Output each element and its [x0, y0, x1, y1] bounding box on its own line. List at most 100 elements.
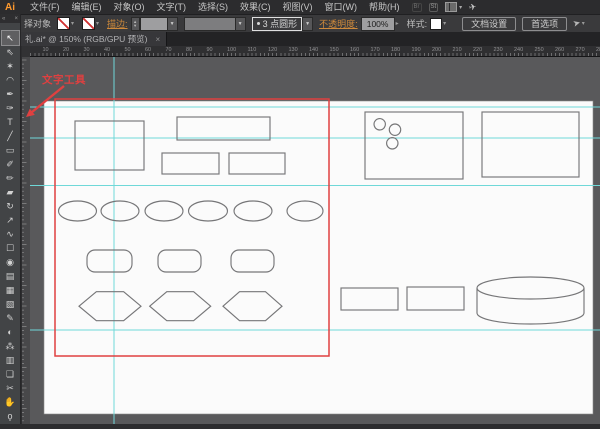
- symbol-sprayer-tool[interactable]: ⁂: [2, 339, 19, 353]
- ruler-tick-label: 80: [186, 47, 193, 53]
- ruler-tick-label: 100: [227, 47, 237, 53]
- menu-item-6[interactable]: 视图(V): [277, 0, 319, 14]
- ruler-tick-label: 90: [206, 47, 213, 53]
- selection-tool[interactable]: ↖: [0, 30, 20, 46]
- eyedropper-tool[interactable]: ✎: [2, 311, 19, 325]
- opacity-input[interactable]: 100%: [360, 16, 395, 31]
- ruler-tick-label: 120: [268, 47, 278, 53]
- ruler-tick-label: 160: [350, 47, 360, 53]
- menu-item-8[interactable]: 帮助(H): [363, 0, 406, 14]
- menu-item-5[interactable]: 效果(C): [234, 0, 277, 14]
- brush-definition-box[interactable]: 3 点圆形: [251, 16, 303, 31]
- collapse-panel-icon[interactable]: «: [2, 15, 5, 23]
- menu-right-icons: Br St ▾ ✈: [411, 1, 478, 13]
- ruler-tick-label: 260: [555, 47, 565, 53]
- document-setup-button[interactable]: 文档设置: [462, 16, 517, 31]
- horizontal-ruler[interactable]: 0102030405060708090100110120130140150160…: [22, 46, 600, 57]
- bridge-icon[interactable]: Br: [411, 2, 422, 12]
- free-transform-tool[interactable]: ☐: [2, 241, 19, 255]
- line-segment-tool[interactable]: ╱: [2, 129, 19, 143]
- width-profile-field[interactable]: [183, 16, 236, 31]
- menu-item-2[interactable]: 对象(O): [108, 0, 151, 14]
- chevron-down-icon: ▾: [459, 4, 463, 11]
- app-logo: Ai: [5, 1, 15, 13]
- workspace-switcher[interactable]: ▾: [445, 2, 462, 12]
- preferences-button[interactable]: 首选项: [522, 16, 568, 31]
- ruler-tick-label: 270: [575, 47, 585, 53]
- scale-tool[interactable]: ↗: [2, 213, 19, 227]
- ruler-tick-label: 50: [124, 47, 131, 53]
- stroke-weight-dropdown[interactable]: ▼: [167, 16, 178, 31]
- stroke-weight-field[interactable]: [139, 16, 168, 31]
- chevron-down-icon[interactable]: ▾: [443, 20, 446, 27]
- hand-tool[interactable]: ✋: [2, 395, 19, 409]
- menu-item-4[interactable]: 选择(S): [192, 0, 234, 14]
- mesh-tool[interactable]: ▦: [2, 283, 19, 297]
- artboard-tool[interactable]: ❏: [2, 367, 19, 381]
- width-profile-dropdown[interactable]: ▼: [235, 16, 246, 31]
- brush-dropdown[interactable]: ▼: [302, 16, 314, 31]
- menu-item-7[interactable]: 窗口(W): [319, 0, 364, 14]
- ruler-tick-label: 250: [534, 47, 544, 53]
- stock-icon[interactable]: St: [428, 2, 439, 12]
- menu-item-1[interactable]: 编辑(E): [66, 0, 108, 14]
- workspace-icon: [445, 2, 458, 12]
- width-tool[interactable]: ∿: [2, 227, 19, 241]
- tool-list: ↖ ⇖ ✶ ◠ ✒ ✑ T ╱ ▭ ✐ ✏ ▰ ↻ ↗ ∿ ☐ ◉ ▤ ▦ ▧ ✎ ◐ ⁂ ▥ ❏ ✂ ✋ ϙ: [0, 30, 20, 423]
- opacity-spinner-icon[interactable]: ▸: [396, 20, 399, 27]
- share-icon[interactable]: ✈: [468, 1, 478, 13]
- chevron-down-icon[interactable]: ▾: [71, 20, 74, 27]
- paintbrush-tool[interactable]: ✐: [2, 157, 19, 171]
- stroke-none-swatch[interactable]: [82, 17, 96, 30]
- chevron-down-icon[interactable]: ▾: [582, 20, 585, 27]
- close-icon[interactable]: ×: [155, 35, 160, 44]
- opacity-panel-link[interactable]: 不透明度:: [319, 17, 358, 30]
- artboard[interactable]: [43, 100, 594, 415]
- document-tab[interactable]: 礼.ai* @ 150% (RGB/GPU 预览) ×: [21, 32, 168, 46]
- ruler-tick-label: 40: [104, 47, 111, 53]
- lasso-tool[interactable]: ◠: [2, 73, 19, 87]
- tools-panel: « × ↖ ⇖ ✶ ◠ ✒ ✑ T ╱ ▭ ✐ ✏ ▰ ↻ ↗ ∿ ☐ ◉ ▤ ▦ ▧ ✎ ◐ ⁂ ▥ ❏ ✂ ✋ ϙ: [0, 14, 21, 424]
- rectangle-tool[interactable]: ▭: [2, 143, 19, 157]
- menu-item-0[interactable]: 文件(F): [24, 0, 66, 14]
- curvature-tool[interactable]: ✑: [2, 101, 19, 115]
- ruler-tick-label: 20: [63, 47, 70, 53]
- menu-items: 文件(F) 编辑(E) 对象(O) 文字(T) 选择(S) 效果(C) 视图(V) 窗口(W)…: [24, 0, 406, 14]
- shape-builder-tool[interactable]: ◉: [2, 255, 19, 269]
- pen-tool[interactable]: ✒: [2, 87, 19, 101]
- canvas-viewport[interactable]: 文字工具: [22, 57, 600, 424]
- type-tool[interactable]: T: [2, 115, 19, 129]
- ruler-corner: [22, 46, 30, 57]
- blend-tool[interactable]: ◐: [2, 325, 19, 339]
- style-swatch[interactable]: [430, 17, 443, 30]
- pencil-tool[interactable]: ✏: [2, 171, 19, 185]
- selection-status: 择对象: [24, 19, 52, 29]
- ruler-tick-label: 220: [473, 47, 483, 53]
- magic-wand-tool[interactable]: ✶: [2, 59, 19, 73]
- menu-item-3[interactable]: 文字(T): [151, 0, 193, 14]
- direct-selection-tool[interactable]: ⇖: [2, 45, 19, 59]
- brush-definition-label: 3 点圆形: [262, 19, 298, 29]
- gradient-tool[interactable]: ▧: [2, 297, 19, 311]
- ruler-tick-label: 240: [514, 47, 524, 53]
- menu-bar: Ai 文件(F) 编辑(E) 对象(O) 文字(T) 选择(S) 效果(C) 视图(V) 窗口…: [0, 0, 600, 14]
- close-panel-icon[interactable]: ×: [14, 15, 18, 23]
- ruler-tick-label: 230: [493, 47, 503, 53]
- stroke-weight-stepper[interactable]: ▲ ▼: [130, 16, 140, 31]
- chevron-down-icon[interactable]: ▾: [96, 20, 99, 27]
- ruler-tick-label: 130: [288, 47, 298, 53]
- stroke-panel-link[interactable]: 描边:: [107, 17, 128, 30]
- document-tab-title: 礼.ai* @ 150% (RGB/GPU 预览): [25, 34, 148, 44]
- slice-tool[interactable]: ✂: [2, 381, 19, 395]
- ruler-tick-label: 170: [370, 47, 380, 53]
- eraser-tool[interactable]: ▰: [2, 185, 19, 199]
- pointer-options-icon[interactable]: ➤: [572, 17, 582, 30]
- zoom-tool[interactable]: ϙ: [2, 409, 19, 423]
- column-graph-tool[interactable]: ▥: [2, 353, 19, 367]
- tools-panel-header: « ×: [0, 14, 20, 23]
- ruler-tick-label: 280: [596, 47, 600, 53]
- fill-none-swatch[interactable]: [57, 17, 71, 30]
- document-tab-row: 礼.ai* @ 150% (RGB/GPU 预览) ×: [21, 32, 600, 46]
- rotate-tool[interactable]: ↻: [2, 199, 19, 213]
- perspective-grid-tool[interactable]: ▤: [2, 269, 19, 283]
